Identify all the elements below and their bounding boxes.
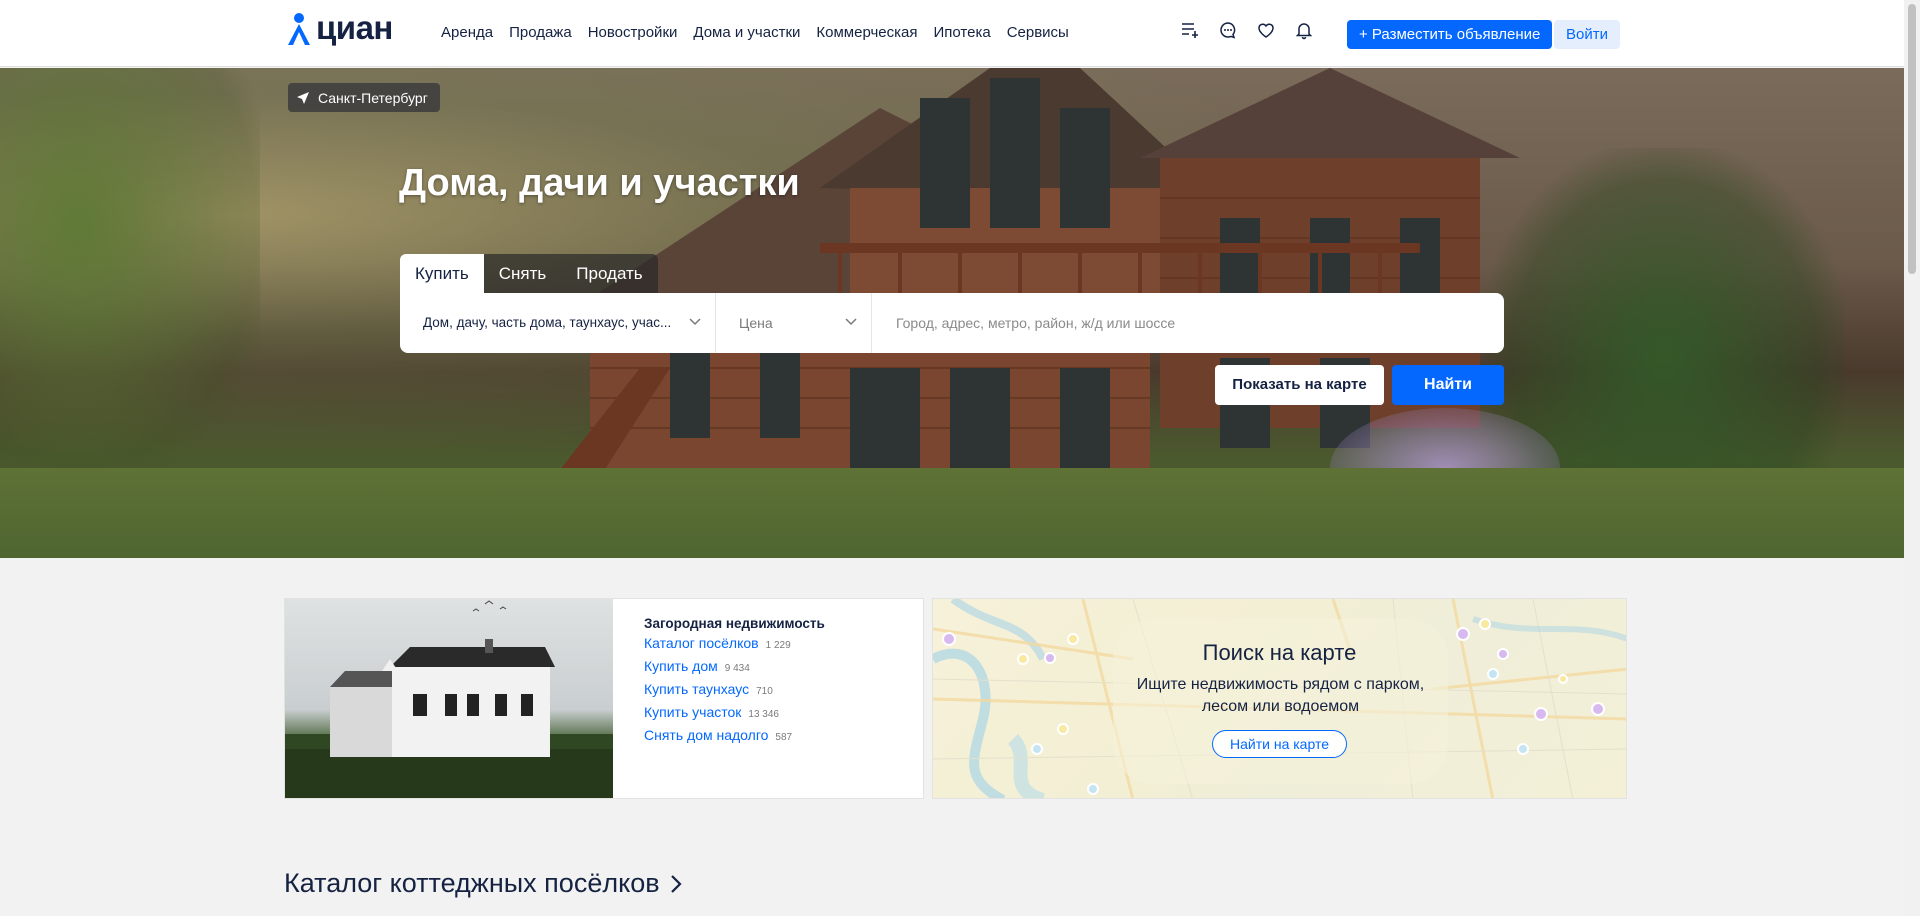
section-title-text: Каталог коттеджных посёлков (284, 868, 660, 898)
link-count: 1 229 (765, 640, 791, 651)
hero-lawn (0, 468, 1904, 558)
link-count: 13 346 (748, 709, 779, 720)
map-card-subtitle: Ищите недвижимость рядом с парком, лесом… (1136, 676, 1425, 715)
nav-item-sale[interactable]: Продажа (509, 24, 572, 41)
list-item: Купить участок 13 346 (644, 704, 825, 727)
logo-pin-icon (288, 13, 310, 45)
link-count: 587 (775, 732, 793, 743)
tab-sell[interactable]: Продать (561, 254, 658, 293)
chevron-right-icon (670, 874, 682, 893)
property-type-select[interactable]: Дом, дачу, часть дома, таунхаус, учас... (400, 293, 716, 353)
page-scrollbar[interactable] (1904, 0, 1920, 916)
nav-item-new-buildings[interactable]: Новостройки (588, 24, 678, 41)
nav-item-commercial[interactable]: Коммерческая (816, 24, 917, 41)
list-item: Купить дом 9 434 (644, 658, 825, 681)
link-rent-house[interactable]: Снять дом надолго (644, 727, 768, 743)
heart-icon[interactable] (1256, 20, 1276, 40)
nav-item-rent[interactable]: Аренда (441, 24, 493, 41)
logo-text: циан (316, 9, 393, 46)
site-header: циан Аренда Продажа Новостройки Дома и у… (0, 0, 1904, 67)
country-house-image (285, 599, 613, 798)
nav-item-services[interactable]: Сервисы (1007, 24, 1069, 41)
hero-trees-left (0, 68, 260, 468)
city-selector[interactable]: Санкт-Петербург (288, 83, 440, 112)
link-buy-townhouse[interactable]: Купить таунхаус (644, 681, 749, 697)
map-card-content: Поиск на карте Ищите недвижимость рядом … (933, 599, 1626, 798)
find-button[interactable]: Найти (1392, 365, 1504, 405)
show-on-map-button[interactable]: Показать на карте (1215, 365, 1384, 405)
link-count: 9 434 (724, 663, 750, 674)
property-type-value: Дом, дачу, часть дома, таунхаус, учас... (423, 315, 672, 330)
scrollbar-thumb[interactable] (1908, 4, 1916, 274)
map-card-title: Поиск на карте (1202, 640, 1357, 665)
link-buy-house[interactable]: Купить дом (644, 658, 718, 674)
chevron-down-icon (845, 318, 857, 326)
list-item: Снять дом надолго 587 (644, 727, 825, 750)
list-item: Каталог посёлков 1 229 (644, 635, 825, 658)
header-icons (1180, 20, 1314, 40)
login-button[interactable]: Войти (1554, 20, 1620, 49)
link-villages-catalog[interactable]: Каталог посёлков (644, 635, 759, 651)
villages-catalog-heading[interactable]: Каталог коттеджных посёлков (284, 868, 682, 899)
tab-buy[interactable]: Купить (400, 254, 484, 293)
find-on-map-button[interactable]: Найти на карте (1212, 730, 1347, 758)
white-house-illustration (285, 600, 613, 798)
cian-logo[interactable]: циан (284, 8, 393, 48)
tab-rent[interactable]: Снять (483, 254, 562, 293)
price-select[interactable]: Цена (716, 293, 872, 353)
deal-type-tabs: Купить Снять Продать (400, 254, 658, 293)
nav-item-mortgage[interactable]: Ипотека (933, 24, 990, 41)
main-nav: Аренда Продажа Новостройки Дома и участк… (441, 24, 1069, 41)
link-buy-land[interactable]: Купить участок (644, 704, 741, 720)
country-links: Загородная недвижимость Каталог посёлков… (644, 616, 825, 750)
map-search-card[interactable]: Поиск на карте Ищите недвижимость рядом … (932, 598, 1627, 799)
nav-item-houses[interactable]: Дома и участки (693, 24, 800, 41)
location-search-input[interactable] (872, 293, 1504, 353)
link-count: 710 (756, 686, 773, 697)
list-item: Купить таунхаус 710 (644, 681, 825, 704)
country-property-card: Загородная недвижимость Каталог посёлков… (284, 598, 924, 799)
chevron-down-icon (689, 318, 701, 326)
chat-icon[interactable] (1218, 20, 1238, 40)
compare-list-icon[interactable] (1180, 20, 1200, 40)
bell-icon[interactable] (1294, 20, 1314, 40)
city-name: Санкт-Петербург (318, 89, 428, 106)
price-placeholder: Цена (739, 315, 773, 331)
search-bar: Дом, дачу, часть дома, таунхаус, учас...… (400, 293, 1504, 353)
page-title: Дома, дачи и участки (399, 162, 800, 204)
post-ad-button[interactable]: + Разместить объявление (1347, 20, 1553, 49)
country-card-title: Загородная недвижимость (644, 616, 825, 631)
location-arrow-icon (297, 91, 309, 104)
hero-banner: Санкт-Петербург Дома, дачи и участки Куп… (0, 68, 1904, 558)
